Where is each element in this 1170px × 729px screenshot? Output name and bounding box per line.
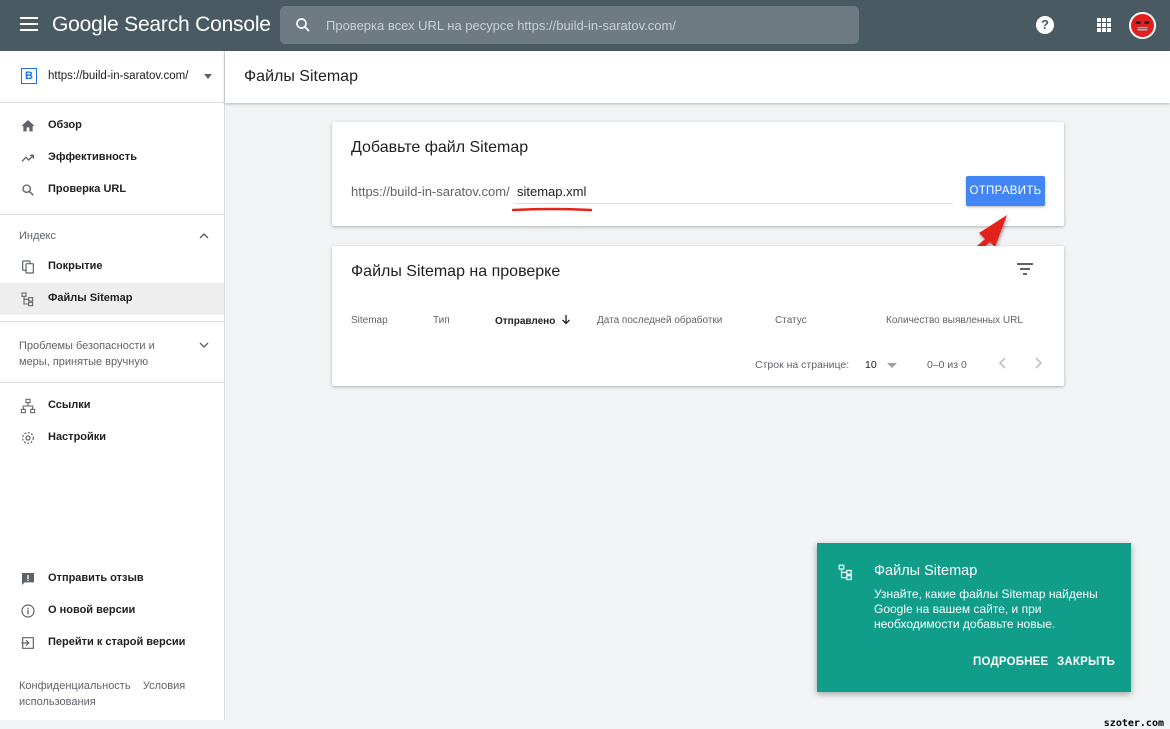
column-header-discovered-urls[interactable]: Количество выявленных URL [886, 315, 1023, 326]
submit-sitemap-button[interactable]: ОТПРАВИТЬ [966, 176, 1045, 206]
top-app-bar: Google Search Console ? [0, 0, 1170, 51]
sidebar-item-label: Перейти к старой версии [48, 636, 186, 648]
column-header-last-read[interactable]: Дата последней обработки [597, 315, 722, 326]
chevron-down-icon[interactable] [198, 339, 210, 351]
sidebar-item-overview[interactable]: Обзор [0, 110, 224, 142]
sidebar-item-performance[interactable]: Эффективность [0, 142, 224, 174]
sidebar-item-label: О новой версии [48, 604, 136, 616]
submitted-sitemaps-title: Файлы Sitemap на проверке [351, 263, 561, 280]
sitemap-url-prefix: https://build-in-saratov.com/ [351, 184, 510, 199]
watermark: szoter.com [1103, 718, 1164, 729]
column-header-label: Отправлено [495, 316, 556, 327]
links-icon [20, 398, 36, 414]
search-icon [22, 184, 34, 196]
feedback-icon [22, 573, 34, 585]
sitemap-icon [838, 564, 852, 581]
rows-per-page-label: Строк на странице: [755, 359, 850, 371]
add-sitemap-title: Добавьте файл Sitemap [351, 139, 529, 156]
divider [0, 214, 224, 215]
sidebar-item-label: Эффективность [48, 151, 137, 163]
sidebar-item-label: Отправить отзыв [48, 572, 144, 584]
property-url: https://build-in-saratov.com/ [48, 70, 189, 82]
help-icon[interactable]: ? [1036, 16, 1054, 34]
sidebar-item-sitemaps[interactable]: Файлы Sitemap [0, 283, 224, 315]
column-header-sitemap[interactable]: Sitemap [351, 315, 388, 326]
home-icon [21, 120, 35, 132]
trending-up-icon [21, 154, 34, 162]
filter-icon[interactable] [1017, 263, 1033, 275]
column-header-status[interactable]: Статус [775, 315, 807, 326]
section-security-title[interactable]: Проблемы безопасности и меры, принятые в… [19, 338, 179, 370]
sidebar-item-about-new-version[interactable]: О новой версии [0, 595, 224, 627]
sidebar-item-label: Обзор [48, 119, 82, 131]
privacy-link[interactable]: Конфиденциальность [19, 680, 131, 692]
toast-body: Узнайте, какие файлы Sitemap найдены Goo… [874, 587, 1098, 631]
learn-more-button[interactable]: ПОДРОБНЕЕ [973, 656, 1048, 668]
sidebar-footer: Конфиденциальность Условия использования [19, 678, 209, 710]
column-header-type[interactable]: Тип [433, 315, 450, 326]
section-index-title[interactable]: Индекс [19, 230, 56, 242]
divider [0, 382, 224, 383]
sidebar-item-label: Файлы Sitemap [48, 292, 133, 304]
sidebar-item-label: Покрытие [48, 260, 103, 272]
exit-icon [21, 637, 34, 649]
toast-title: Файлы Sitemap [874, 563, 978, 579]
close-toast-button[interactable]: ЗАКРЫТЬ [1057, 656, 1115, 668]
search-input[interactable] [326, 6, 846, 44]
arrow-down-icon [562, 315, 571, 325]
sidebar-item-url-inspection[interactable]: Проверка URL [0, 174, 224, 206]
divider [0, 321, 224, 322]
menu-icon[interactable] [20, 17, 38, 31]
property-selector[interactable]: B https://build-in-saratov.com/ [0, 51, 224, 103]
search-icon[interactable] [294, 16, 312, 34]
sidebar: B https://build-in-saratov.com/ Обзор Эф… [0, 51, 225, 720]
sidebar-item-settings[interactable]: Настройки [0, 422, 224, 454]
column-header-submitted[interactable]: Отправлено [495, 315, 571, 327]
sitemap-icon [21, 292, 34, 307]
caret-down-icon [204, 74, 212, 79]
settings-icon [22, 432, 34, 444]
info-icon [21, 604, 35, 618]
property-badge: B [21, 68, 37, 84]
copy-icon [22, 260, 34, 274]
pagination-range: 0–0 из 0 [927, 359, 967, 371]
apps-grid-icon[interactable] [1097, 18, 1111, 32]
sidebar-item-links[interactable]: Ссылки [0, 390, 224, 422]
red-underline-annotation [512, 207, 592, 212]
sidebar-item-old-version[interactable]: Перейти к старой версии [0, 627, 224, 659]
sitemap-input[interactable] [515, 180, 953, 204]
chevron-up-icon[interactable] [198, 230, 210, 242]
sidebar-item-label: Ссылки [48, 399, 91, 411]
sidebar-item-label: Настройки [48, 431, 107, 443]
sitemap-info-toast: Файлы Sitemap Узнайте, какие файлы Sitem… [817, 543, 1131, 692]
sidebar-item-label: Проверка URL [48, 183, 127, 195]
search-bar[interactable] [280, 6, 859, 44]
rows-per-page-select[interactable]: 10 [865, 359, 877, 371]
chevron-right-icon[interactable] [1032, 356, 1044, 370]
avatar[interactable] [1129, 12, 1156, 39]
page-header: Файлы Sitemap [225, 51, 1170, 103]
submitted-sitemaps-card: Файлы Sitemap на проверке Sitemap Тип От… [332, 246, 1064, 386]
sidebar-item-feedback[interactable]: Отправить отзыв [0, 563, 224, 595]
page-title: Файлы Sitemap [244, 68, 358, 85]
sidebar-item-coverage[interactable]: Покрытие [0, 251, 224, 283]
chevron-left-icon[interactable] [997, 356, 1009, 370]
caret-down-icon[interactable] [887, 363, 897, 368]
app-brand[interactable]: Google Search Console [52, 13, 271, 37]
